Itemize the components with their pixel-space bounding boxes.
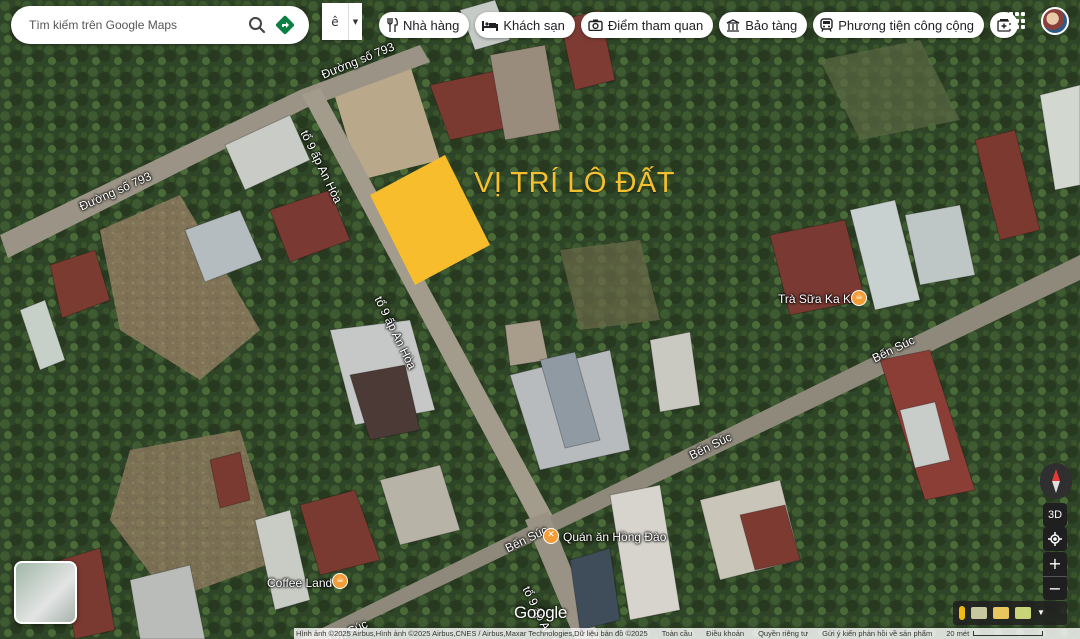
category-chips: Nhà hàng Khách sạn Điểm tham quan Bảo tà… <box>379 12 1019 38</box>
imagery-thumb-3[interactable] <box>1015 607 1031 619</box>
camera-icon <box>588 19 603 31</box>
imagery-tray: ▼ <box>953 601 1067 625</box>
zoom-out-button[interactable]: − <box>1043 576 1067 600</box>
plot-title: VỊ TRÍ LÔ ĐẤT <box>474 167 675 199</box>
pegman-icon[interactable] <box>959 606 965 620</box>
chip-restaurants[interactable]: Nhà hàng <box>379 12 470 38</box>
imagery-thumb-1[interactable] <box>971 607 987 619</box>
chip-label: Bảo tàng <box>745 17 798 33</box>
satellite-imagery <box>0 0 1080 639</box>
poi-label-tra-sua[interactable]: Trà Sữa Ka Ka <box>778 292 858 306</box>
my-location-icon[interactable] <box>1043 527 1067 551</box>
restaurant-fork-icon[interactable]: ✕ <box>543 528 559 544</box>
account-avatar[interactable] <box>1041 7 1069 35</box>
directions-icon[interactable] <box>271 11 299 39</box>
coffee-cup-icon[interactable]: ☕ <box>332 573 348 589</box>
chip-label: Phương tiện công cộng <box>838 17 975 33</box>
scale-indicator[interactable]: 20 mét <box>946 629 1044 638</box>
language-toggle[interactable]: ê ▼ <box>322 3 362 40</box>
chip-label: Điểm tham quan <box>607 17 704 33</box>
3d-toggle-button[interactable]: 3D <box>1043 503 1067 527</box>
search-icon[interactable] <box>243 11 271 39</box>
restaurant-icon <box>387 18 398 32</box>
satellite-map[interactable]: VỊ TRÍ LÔ ĐẤT Đường số 793 Đường số 793 … <box>0 0 1080 639</box>
zoom-controls: + − <box>1043 552 1067 600</box>
privacy-link[interactable]: Quyền riêng tư <box>758 629 808 638</box>
compass-icon[interactable] <box>1040 463 1072 499</box>
layers-thumbnail[interactable] <box>14 561 77 624</box>
chip-museums[interactable]: Bảo tàng <box>719 12 808 38</box>
feedback-link[interactable]: Gửi ý kiến phản hồi về sản phẩm <box>822 629 932 638</box>
poi-label-quan-an[interactable]: Quán ăn Hồng Đào <box>563 530 666 544</box>
search-bar[interactable] <box>11 6 309 44</box>
footer-bar: Hình ảnh ©2025 Airbus,Hình ảnh ©2025 Air… <box>294 628 1080 639</box>
language-toggle-label: ê <box>331 14 339 29</box>
caret-down-icon[interactable]: ▼ <box>348 3 362 40</box>
search-input[interactable] <box>29 18 243 32</box>
museum-icon <box>726 18 740 32</box>
chip-transit[interactable]: Phương tiện công cộng <box>813 12 985 38</box>
chevron-down-icon[interactable]: ▼ <box>1037 608 1047 618</box>
zoom-in-button[interactable]: + <box>1043 552 1067 576</box>
scale-label: 20 mét <box>946 629 970 638</box>
poi-label-coffee-land[interactable]: Coffee Land <box>267 576 332 590</box>
transit-icon <box>820 18 833 32</box>
coffee-cup-icon[interactable]: ☕ <box>851 290 867 306</box>
chip-label: Nhà hàng <box>403 17 460 33</box>
imagery-thumb-2[interactable] <box>993 607 1009 619</box>
hotel-icon <box>482 21 499 31</box>
google-logo: Google <box>514 603 568 622</box>
scale-bar <box>973 631 1044 636</box>
global-link[interactable]: Toàn cầu <box>662 629 692 638</box>
terms-link[interactable]: Điều khoản <box>706 629 744 638</box>
chip-label: Khách sạn <box>503 17 565 33</box>
imagery-attribution: Hình ảnh ©2025 Airbus,Hình ảnh ©2025 Air… <box>296 629 648 638</box>
google-apps-icon[interactable] <box>1009 12 1027 30</box>
chip-hotels[interactable]: Khách sạn <box>475 12 575 38</box>
chip-attractions[interactable]: Điểm tham quan <box>580 12 714 38</box>
